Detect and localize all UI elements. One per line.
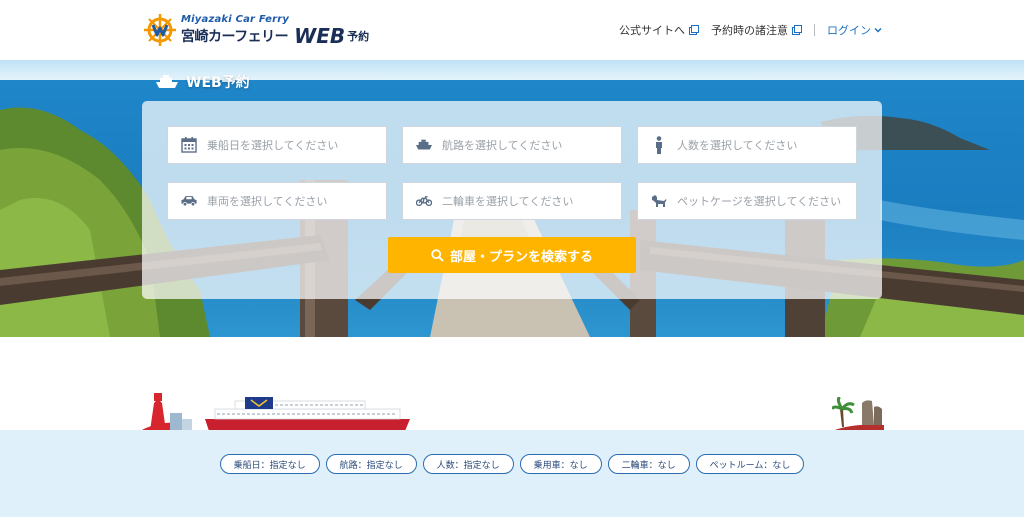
- booking-section-title-text: WEB予約: [186, 75, 250, 91]
- people-select-placeholder: 人数を選択してください: [677, 139, 798, 152]
- nav-divider: [814, 24, 815, 36]
- route-select[interactable]: 航路を選択してください: [402, 126, 622, 164]
- logo-japanese-name: 宮崎カーフェリー: [181, 29, 289, 45]
- date-select[interactable]: 乗船日を選択してください: [167, 126, 387, 164]
- summary-chip-car[interactable]: 乗用車：なし: [519, 454, 602, 474]
- summary-chip-bike[interactable]: 二輪車：なし: [607, 454, 690, 474]
- ferry-illustration: [205, 397, 410, 431]
- people-select[interactable]: 人数を選択してください: [637, 126, 857, 164]
- search-plans-button[interactable]: 部屋・プランを検索する: [388, 237, 636, 273]
- port-tower-illustration: [140, 393, 192, 431]
- official-site-label: 公式サイトへ: [619, 24, 685, 37]
- logo-compass-icon: [144, 14, 176, 46]
- summary-chip-people[interactable]: 人数：指定なし: [422, 454, 514, 474]
- header-nav: 公式サイトへ 予約時の諸注意 ログイン: [619, 22, 882, 38]
- illustration-strip: [0, 337, 1024, 431]
- login-menu[interactable]: ログイン: [827, 22, 882, 38]
- dog-icon: [651, 193, 667, 209]
- motorcycle-icon: [416, 193, 432, 209]
- person-icon: [651, 136, 667, 154]
- summary-chip-date[interactable]: 乗船日：指定なし: [219, 454, 320, 474]
- search-plans-label: 部屋・プランを検索する: [449, 249, 593, 265]
- moai-palm-illustration: [832, 397, 884, 431]
- booking-search-panel: 乗船日を選択してください 航路を選択してください 人数を選択してください 車両を…: [142, 101, 882, 299]
- search-summary-bar: 乗船日：指定なし 航路：指定なし 人数：指定なし 乗用車：なし 二輪車：なし ペ…: [0, 430, 1024, 517]
- search-icon: [431, 248, 444, 262]
- summary-chip-pet[interactable]: ペットルーム：なし: [695, 454, 805, 474]
- booking-notes-link[interactable]: 予約時の諸注意: [711, 22, 802, 38]
- booking-notes-label: 予約時の諸注意: [711, 24, 788, 37]
- vehicle-select-placeholder: 車両を選択してください: [207, 195, 328, 208]
- external-link-icon: [792, 25, 802, 35]
- chevron-down-icon: [874, 27, 882, 33]
- ship-icon: [416, 137, 432, 153]
- pet-select[interactable]: ペットケージを選択してください: [637, 182, 857, 220]
- official-site-link[interactable]: 公式サイトへ: [619, 22, 699, 38]
- logo-web-text: WEB: [294, 24, 346, 48]
- route-select-placeholder: 航路を選択してください: [442, 139, 563, 152]
- logo-yoyaku-text: 予約: [347, 30, 370, 43]
- site-logo[interactable]: Miyazaki Car Ferry 宮崎カーフェリー WEB 予約: [143, 11, 369, 49]
- pet-select-placeholder: ペットケージを選択してください: [677, 195, 842, 208]
- booking-section-title: WEB予約: [156, 72, 250, 92]
- ship-icon: [156, 75, 178, 88]
- car-icon: [181, 193, 197, 209]
- bike-select[interactable]: 二輪車を選択してください: [402, 182, 622, 220]
- date-select-placeholder: 乗船日を選択してください: [207, 139, 339, 152]
- vehicle-select[interactable]: 車両を選択してください: [167, 182, 387, 220]
- hero-section: WEB予約 乗船日を選択してください 航路を選択してください 人数を選択してくだ…: [0, 60, 1024, 337]
- calendar-icon: [181, 137, 197, 153]
- site-header: Miyazaki Car Ferry 宮崎カーフェリー WEB 予約 公式サイト…: [0, 0, 1024, 60]
- login-label: ログイン: [827, 24, 871, 37]
- bike-select-placeholder: 二輪車を選択してください: [442, 195, 574, 208]
- summary-chip-route[interactable]: 航路：指定なし: [325, 454, 417, 474]
- external-link-icon: [689, 25, 699, 35]
- search-summary-chips: 乗船日：指定なし 航路：指定なし 人数：指定なし 乗用車：なし 二輪車：なし ペ…: [0, 454, 1024, 474]
